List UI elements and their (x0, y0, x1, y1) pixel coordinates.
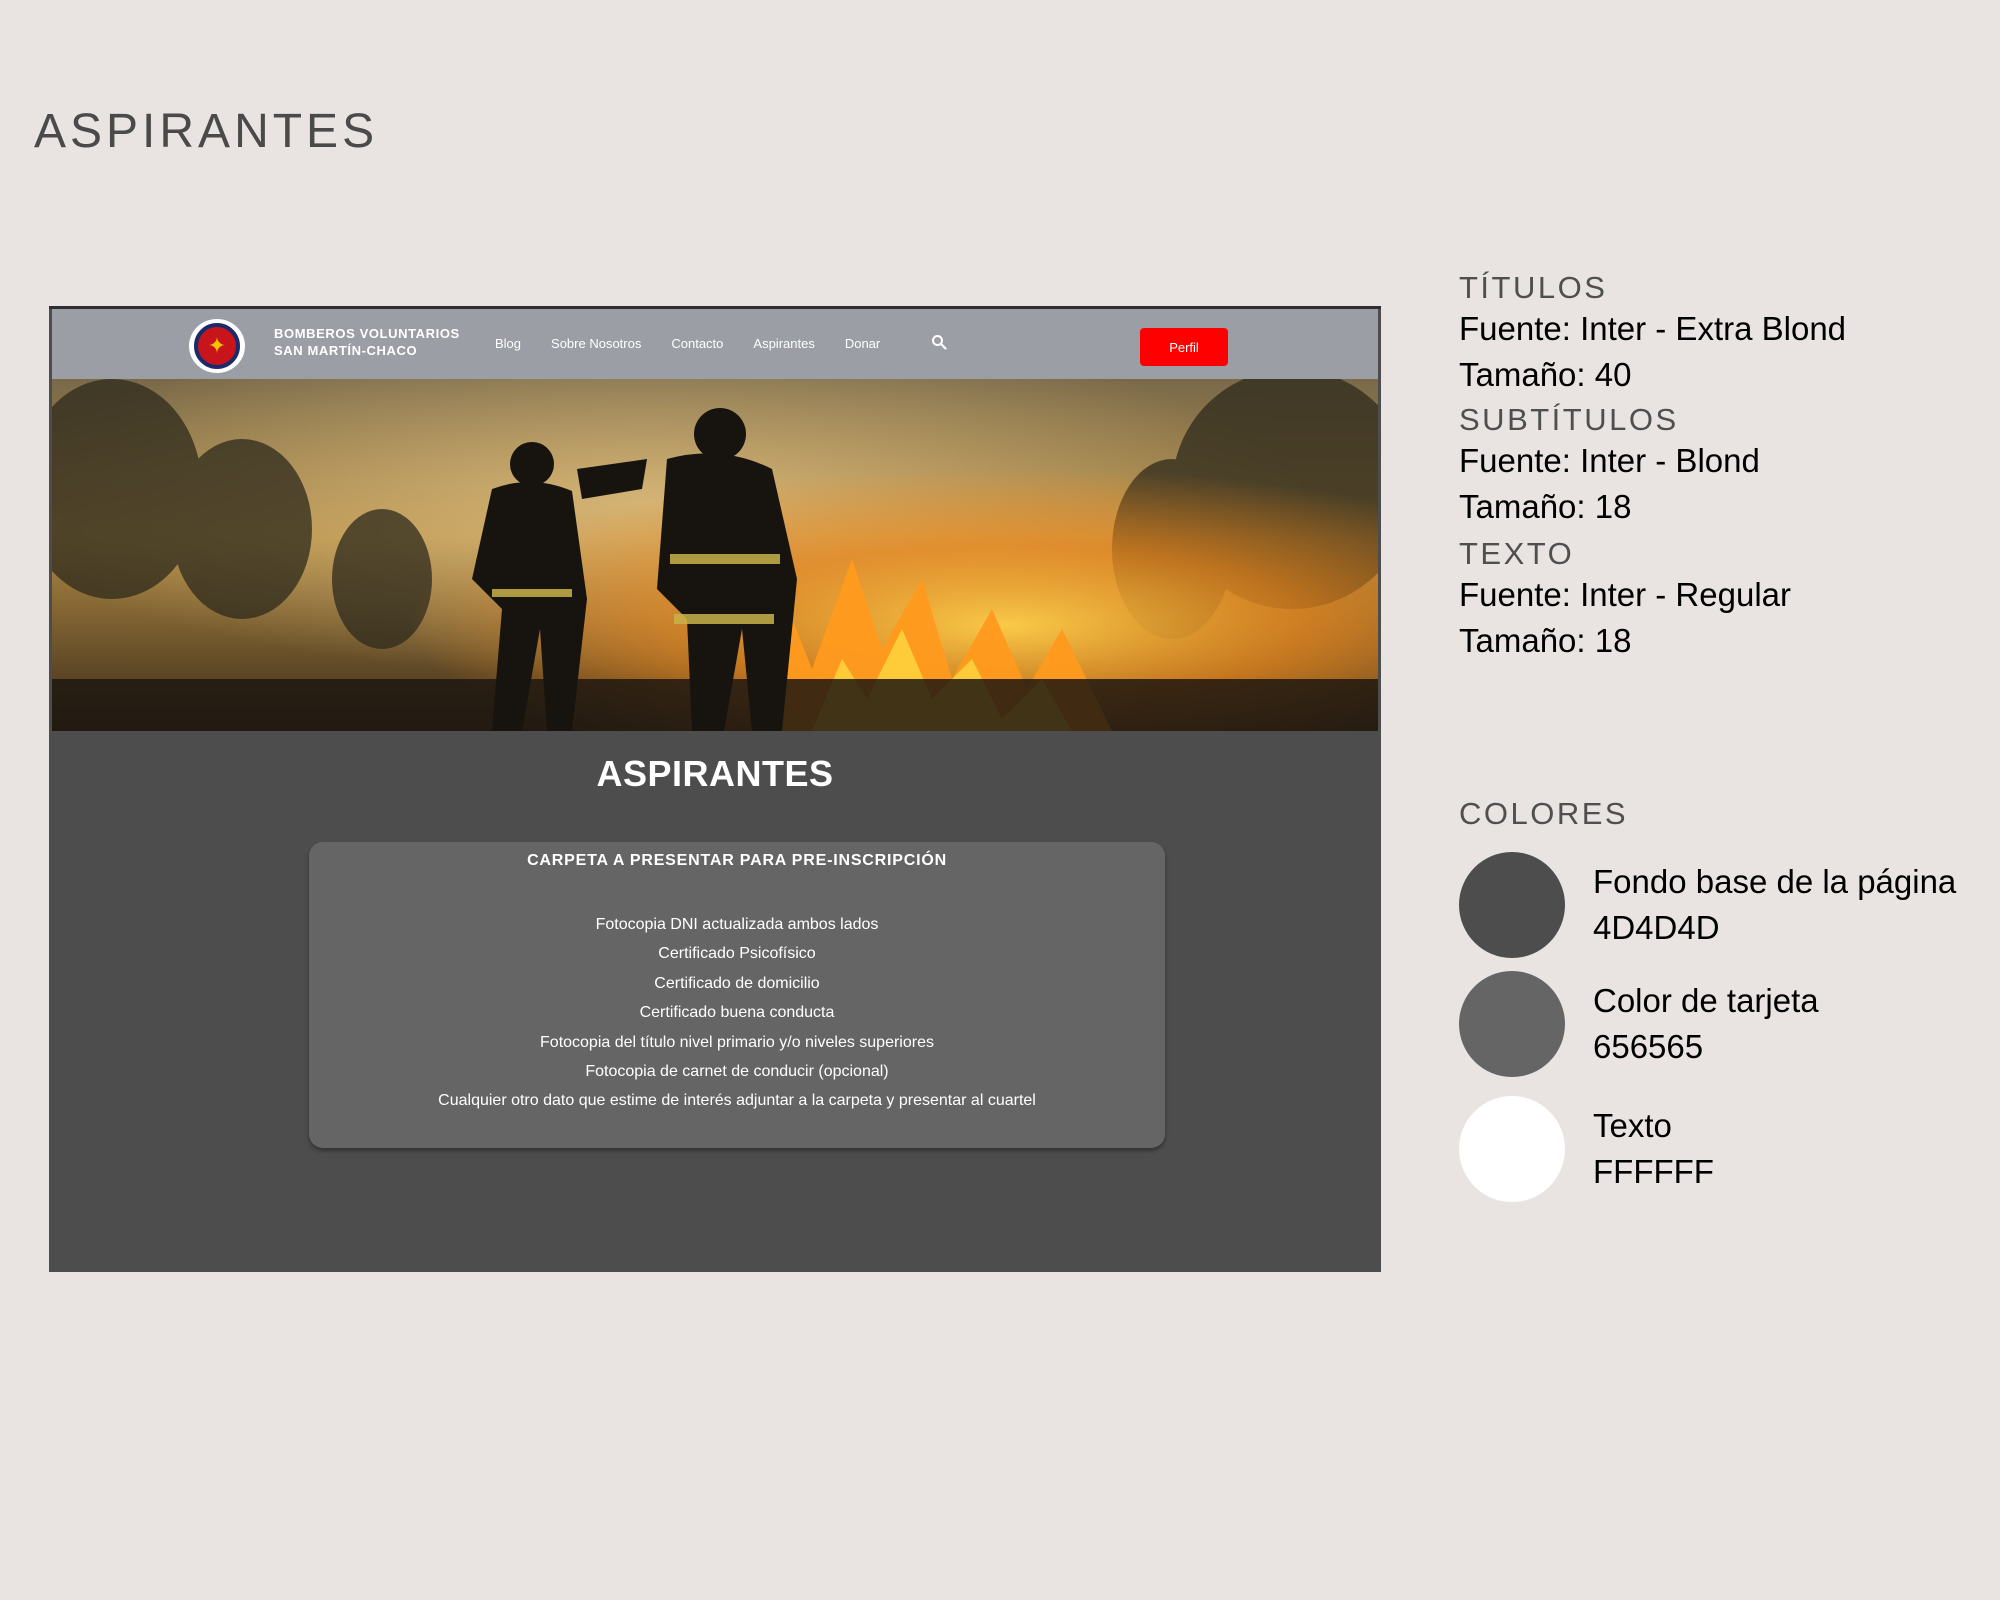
swatch-label-group: Color de tarjeta 656565 (1593, 978, 1819, 1070)
website-mockup: ✦ BOMBEROS VOLUNTARIOS SAN MARTÍN-CHACO … (49, 306, 1381, 1272)
nav-link-sobre-nosotros[interactable]: Sobre Nosotros (551, 336, 641, 351)
site-navbar: ✦ BOMBEROS VOLUNTARIOS SAN MARTÍN-CHACO … (52, 309, 1378, 379)
swatch-label: Color de tarjeta (1593, 982, 1819, 1019)
spec-subtitles-font: Fuente: Inter - Blond (1459, 442, 1760, 479)
requirements-list: Fotocopia DNI actualizada ambos lados Ce… (309, 910, 1165, 1116)
fire-department-logo[interactable]: ✦ (189, 319, 245, 373)
color-swatch-row: Fondo base de la página 4D4D4D (1459, 852, 1956, 958)
search-icon[interactable] (931, 334, 947, 350)
swatch-code: FFFFFF (1593, 1153, 1714, 1190)
profile-button[interactable]: Perfil (1140, 328, 1228, 366)
color-swatch-card (1459, 971, 1565, 1077)
list-item: Cualquier otro dato que estime de interé… (438, 1092, 1036, 1110)
page-heading: ASPIRANTES (34, 105, 379, 158)
nav-link-contacto[interactable]: Contacto (671, 336, 723, 351)
swatch-label-group: Texto FFFFFF (1593, 1103, 1714, 1195)
spec-text: TEXTO Fuente: Inter - Regular Tamaño: 18 (1459, 536, 1979, 664)
nav-link-blog[interactable]: Blog (495, 336, 521, 351)
spec-subtitles-size: Tamaño: 18 (1459, 488, 1632, 525)
list-item: Certificado buena conducta (639, 1004, 835, 1022)
card-title: CARPETA A PRESENTAR PARA PRE-INSCRIPCIÓN (527, 852, 947, 869)
spec-heading-titles: TÍTULOS (1459, 270, 1608, 305)
nav-links: Blog Sobre Nosotros Contacto Aspirantes … (495, 336, 910, 351)
hero-image-firefighters (52, 379, 1378, 731)
swatch-label: Fondo base de la página (1593, 863, 1957, 900)
nav-link-donar[interactable]: Donar (845, 336, 880, 351)
list-item: Fotocopia del título nivel primario y/o … (540, 1033, 934, 1051)
list-item: Certificado Psicofísico (658, 945, 816, 963)
nav-link-aspirantes[interactable]: Aspirantes (753, 336, 814, 351)
spec-heading-subtitles: SUBTÍTULOS (1459, 402, 1679, 437)
swatch-label-group: Fondo base de la página 4D4D4D (1593, 859, 1956, 951)
color-swatch-text (1459, 1096, 1565, 1202)
spec-titles-font: Fuente: Inter - Extra Blond (1459, 310, 1847, 347)
brand-line-1: BOMBEROS VOLUNTARIOS (274, 326, 460, 341)
site-brand[interactable]: BOMBEROS VOLUNTARIOS SAN MARTÍN-CHACO (274, 325, 460, 359)
style-spec-panel: TÍTULOS Fuente: Inter - Extra Blond Tama… (1459, 270, 1979, 664)
spec-text-size: Tamaño: 18 (1459, 622, 1632, 659)
spec-titles: TÍTULOS Fuente: Inter - Extra Blond Tama… (1459, 270, 1979, 398)
spec-text-font: Fuente: Inter - Regular (1459, 576, 1791, 613)
swatch-label: Texto (1593, 1107, 1672, 1144)
spec-subtitles: SUBTÍTULOS Fuente: Inter - Blond Tamaño:… (1459, 402, 1979, 530)
color-swatch-row: Texto FFFFFF (1459, 1096, 1714, 1202)
color-swatch-page-bg (1459, 852, 1565, 958)
color-swatch-row: Color de tarjeta 656565 (1459, 971, 1819, 1077)
list-item: Fotocopia DNI actualizada ambos lados (595, 916, 879, 933)
brand-line-2: SAN MARTÍN-CHACO (274, 343, 418, 358)
requirements-card: CARPETA A PRESENTAR PARA PRE-INSCRIPCIÓN… (309, 842, 1165, 1148)
section-title: ASPIRANTES (596, 753, 834, 794)
spec-heading-colors: COLORES (1459, 796, 1629, 831)
spec-titles-size: Tamaño: 40 (1459, 356, 1632, 393)
list-item: Certificado de domicilio (654, 974, 820, 992)
list-item: Fotocopia de carnet de conducir (opciona… (585, 1063, 889, 1081)
spec-heading-text: TEXTO (1459, 536, 1575, 571)
swatch-code: 4D4D4D (1593, 909, 1720, 946)
swatch-code: 656565 (1593, 1028, 1704, 1065)
logo-emblem-icon: ✦ (194, 323, 240, 369)
